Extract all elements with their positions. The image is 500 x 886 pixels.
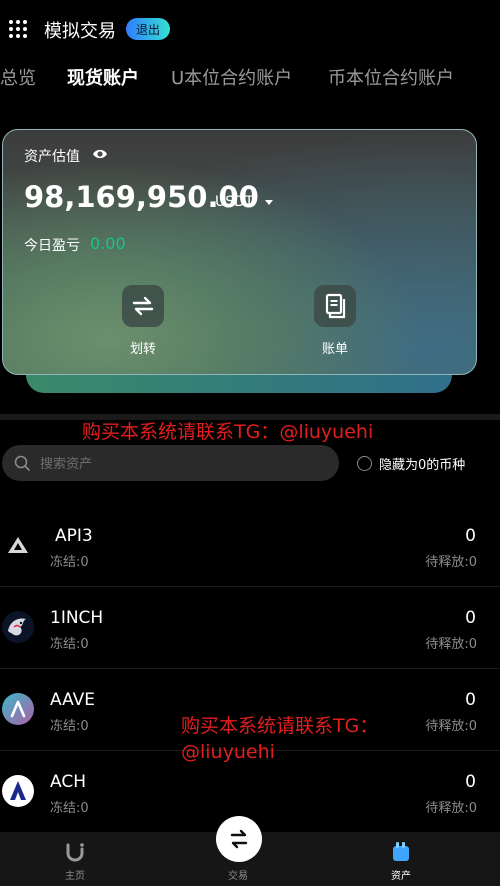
coin-amount: 0 xyxy=(465,772,476,792)
tab-overview[interactable]: 总览 xyxy=(0,64,36,90)
hide-zero-radio[interactable] xyxy=(357,456,372,471)
asset-card: 资产估值 98,169,950.00 USDT 今日盈亏 0.00 划转 账单 xyxy=(2,129,477,375)
nav-home-label: 主页 xyxy=(65,871,85,882)
coin-amount: 0 xyxy=(465,526,476,546)
tab-spot-account[interactable]: 现货账户 xyxy=(67,64,139,90)
today-pnl-label: 今日盈亏 xyxy=(24,238,80,254)
nav-assets-label: 资产 xyxy=(391,871,411,882)
nav-home[interactable]: 主页 xyxy=(35,832,115,882)
coin-pending: 待释放:0 xyxy=(425,555,477,570)
1inch-icon xyxy=(2,611,34,643)
coin-amount: 0 xyxy=(465,690,476,710)
coin-pending: 待释放:0 xyxy=(425,719,477,734)
transfer-icon xyxy=(122,285,164,327)
coin-frozen: 冻结:0 xyxy=(50,801,89,816)
aave-icon xyxy=(2,693,34,725)
page-title: 模拟交易 xyxy=(44,21,116,42)
apps-grid-icon[interactable] xyxy=(9,20,27,38)
search-input[interactable] xyxy=(40,445,320,481)
watermark-text: 购买本系统请联系TG：@liuyuehi xyxy=(181,715,379,763)
caret-down-icon[interactable] xyxy=(265,200,273,205)
today-pnl-value: 0.00 xyxy=(90,234,126,253)
search-icon xyxy=(14,455,30,471)
coin-pending: 待释放:0 xyxy=(425,637,477,652)
coin-name: AAVE xyxy=(50,690,96,710)
currency-selector[interactable]: USDT xyxy=(215,194,253,210)
wallet-icon xyxy=(390,841,412,863)
swap-icon xyxy=(230,829,248,849)
logout-button[interactable]: 退出 xyxy=(126,18,170,40)
account-tabs: 总览 现货账户 U本位合约账户 币本位合约账户 xyxy=(0,64,500,94)
hide-zero-label: 隐藏为0的币种 xyxy=(379,458,466,473)
coin-pending: 待释放:0 xyxy=(425,801,477,816)
coin-frozen: 冻结:0 xyxy=(50,719,89,734)
bill-label: 账单 xyxy=(321,342,348,357)
search-box[interactable] xyxy=(2,445,339,481)
transfer-label: 划转 xyxy=(129,342,156,357)
tab-usdt-futures-account[interactable]: U本位合约账户 xyxy=(171,64,292,90)
coin-name: API3 xyxy=(55,526,93,546)
tab-coin-futures-account[interactable]: 币本位合约账户 xyxy=(328,64,454,90)
api3-icon xyxy=(2,529,34,561)
nav-trade-label: 交易 xyxy=(228,871,248,882)
top-bar: 模拟交易 退出 xyxy=(0,0,500,58)
asset-estimate-label: 资产估值 xyxy=(24,149,80,165)
coin-frozen: 冻结:0 xyxy=(50,555,89,570)
coin-amount: 0 xyxy=(465,608,476,628)
nav-assets[interactable]: 资产 xyxy=(361,832,441,882)
eye-icon[interactable] xyxy=(92,148,108,160)
transfer-button[interactable]: 划转 xyxy=(113,285,173,357)
list-item[interactable]: 1INCH 冻结:0 0 待释放:0 xyxy=(0,587,500,669)
home-logo-icon xyxy=(64,841,86,863)
trade-fab-button[interactable] xyxy=(216,816,262,862)
coin-name: ACH xyxy=(50,772,86,792)
list-item[interactable]: API3 冻结:0 0 待释放:0 xyxy=(0,505,500,587)
bill-button[interactable]: 账单 xyxy=(305,285,365,357)
coin-frozen: 冻结:0 xyxy=(50,637,89,652)
bill-icon xyxy=(314,285,356,327)
ach-icon xyxy=(2,775,34,807)
hide-zero-toggle[interactable]: 隐藏为0的币种 xyxy=(357,454,465,473)
coin-name: 1INCH xyxy=(50,608,104,628)
watermark-text: 购买本系统请联系TG：@liuyuehi xyxy=(82,421,374,443)
